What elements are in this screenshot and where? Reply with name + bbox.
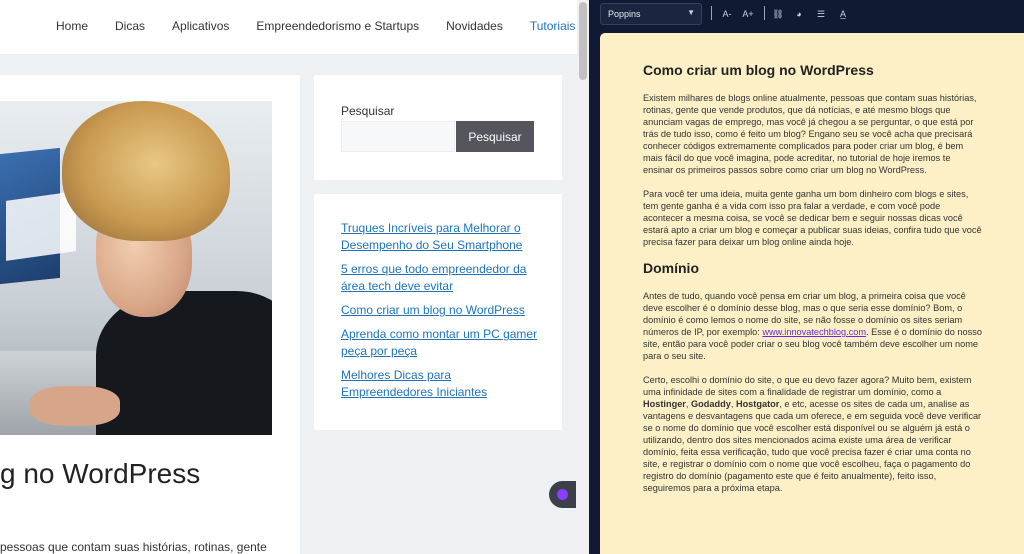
nav-item-aplicativos[interactable]: Aplicativos [172, 19, 229, 33]
nav-item-novidades[interactable]: Novidades [446, 19, 503, 33]
chevron-down-icon: ▼ [687, 8, 695, 17]
editor-toolbar: Poppins ▼ A- A+ ⛓ ◕ ☰ A̲ [589, 0, 1024, 30]
nav-item-empreendedorismo[interactable]: Empreendedorismo e Startups [256, 19, 419, 33]
doc-link[interactable]: www.innovatechblog.com [762, 327, 866, 337]
recent-post-link[interactable]: Truques Incríveis para Melhorar o Desemp… [341, 220, 541, 254]
featured-image [0, 101, 272, 435]
recent-posts-widget: Truques Incríveis para Melhorar o Desemp… [314, 194, 562, 430]
doc-bold: Hostinger [643, 399, 686, 409]
recent-post-link[interactable]: Como criar um blog no WordPress [341, 302, 541, 319]
doc-text: , e etc, acesse os sites de cada um, ana… [643, 399, 982, 493]
reader-editor-panel: Poppins ▼ A- A+ ⛓ ◕ ☰ A̲ Como criar um b… [589, 0, 1024, 554]
blog-page: Home Dicas Aplicativos Empreendedorismo … [0, 0, 577, 554]
link-icon[interactable]: ⛓ [771, 6, 785, 22]
scrollbar-thumb[interactable] [579, 2, 587, 80]
doc-paragraph: Existem milhares de blogs online atualme… [643, 93, 977, 175]
toolbar-divider [764, 6, 765, 20]
palette-icon[interactable]: ◕ [792, 6, 806, 22]
doc-bold: Godaddy [691, 399, 731, 409]
doc-paragraph: Para você ter uma ideia, muita gente gan… [643, 189, 982, 247]
doc-heading: Domínio [643, 260, 699, 276]
recent-post-link[interactable]: Melhores Dicas para Empreendedores Inici… [341, 367, 541, 401]
page-scrollbar[interactable] [577, 0, 589, 554]
search-button[interactable]: Pesquisar [456, 121, 534, 152]
doc-paragraph: Certo, escolhi o domínio do site, o que … [643, 374, 983, 494]
recent-post-link[interactable]: 5 erros que todo empreendedor da área te… [341, 261, 541, 295]
document-view: Como criar um blog no WordPress Existem … [600, 33, 1024, 554]
nav-item-home[interactable]: Home [56, 19, 88, 33]
doc-bold: Hostgator [735, 399, 780, 409]
line-spacing-icon[interactable]: ☰ [814, 6, 828, 22]
doc-text: Certo, escolhi o domínio do site, o que … [643, 375, 972, 397]
text-style-icon[interactable]: A̲ [836, 6, 850, 22]
search-input[interactable] [341, 121, 455, 152]
increase-font-icon[interactable]: A+ [741, 6, 755, 22]
floating-action-button[interactable] [549, 481, 576, 508]
search-label: Pesquisar [341, 104, 395, 118]
post-title: g no WordPress [0, 458, 201, 489]
doc-title: Como criar um blog no WordPress [643, 62, 874, 78]
post-excerpt: pessoas que contam suas histórias, rotin… [0, 540, 267, 554]
doc-paragraph: Antes de tudo, quando você pensa em cria… [643, 290, 983, 362]
toolbar-divider [711, 6, 712, 20]
font-select-value: Poppins [608, 9, 641, 19]
nav-item-tutoriais[interactable]: Tutoriais [530, 19, 576, 33]
decrease-font-icon[interactable]: A- [720, 6, 734, 22]
top-navigation: Home Dicas Aplicativos Empreendedorismo … [0, 0, 577, 54]
nav-item-dicas[interactable]: Dicas [115, 19, 145, 33]
recent-post-link[interactable]: Aprenda como montar um PC gamer peça por… [341, 326, 541, 360]
search-widget: Pesquisar Pesquisar [314, 75, 562, 180]
extension-icon [557, 489, 568, 500]
font-family-select[interactable]: Poppins ▼ [600, 3, 702, 25]
